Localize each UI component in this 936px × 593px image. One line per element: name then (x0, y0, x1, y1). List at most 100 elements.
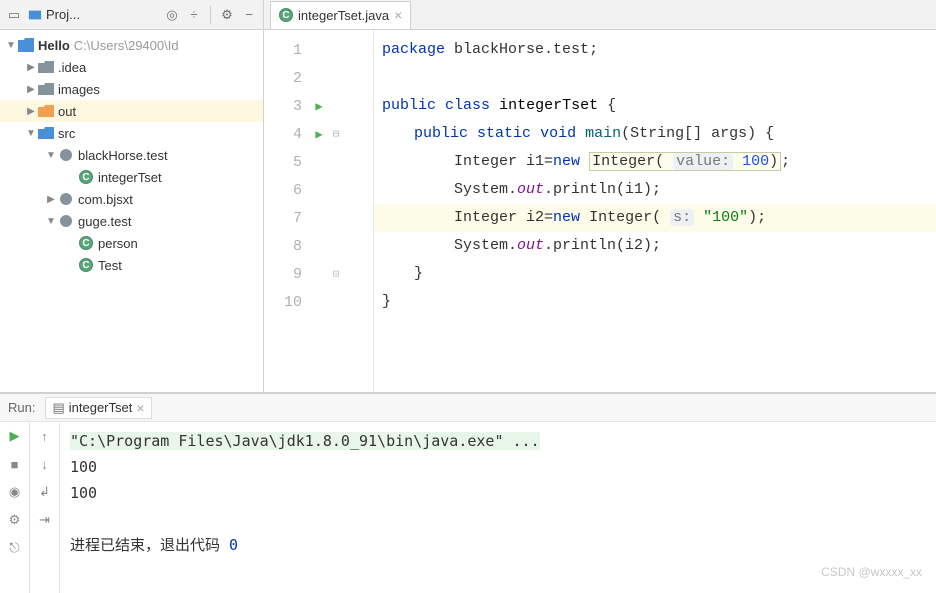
tree-item-blackhorse[interactable]: ▼ blackHorse.test (0, 144, 263, 166)
tree-item-test[interactable]: Test (0, 254, 263, 276)
console-output[interactable]: "C:\Program Files\Java\jdk1.8.0_91\bin\j… (60, 422, 936, 593)
tree-root[interactable]: ▼ Hello C:\Users\29400\Id (0, 34, 263, 56)
minimize-icon[interactable]: ▭ (6, 7, 22, 23)
down-icon[interactable]: ↓ (35, 454, 55, 474)
class-icon (279, 8, 293, 22)
tree-item-label: guge.test (78, 214, 132, 229)
line-number: 3 (264, 98, 310, 115)
line-number: 4 (264, 126, 310, 143)
editor-tab[interactable]: integerTset.java × (270, 1, 411, 29)
chevron-down-icon[interactable]: ▼ (4, 40, 18, 51)
close-icon[interactable]: × (136, 400, 144, 416)
code-content[interactable]: package blackHorse.test; public class in… (374, 30, 936, 392)
sidebar-title[interactable]: Proj... (28, 7, 80, 22)
close-icon[interactable]: × (394, 7, 402, 23)
tree-item-label: src (58, 126, 75, 141)
code-editor[interactable]: 1 2 3▶ 4▶⊟ 5 6 7 8 9 ⊡ 10 package blackHo… (264, 30, 936, 392)
tree-item-label: images (58, 82, 100, 97)
run-panel: Run: ▤ integerTset × ▶ ■ ◉ ⚙ ⎋ ↑ ↓ ↲ ⇥ "… (0, 393, 936, 593)
tree-root-label: Hello (38, 38, 70, 53)
stop-icon[interactable]: ■ (5, 454, 25, 474)
expand-icon[interactable]: ÷ (186, 7, 202, 23)
gutter: 1 2 3▶ 4▶⊟ 5 6 7 8 9 ⊡ 10 (264, 30, 374, 392)
chevron-right-icon[interactable]: ▶ (44, 194, 58, 205)
line-number: 7 (264, 210, 310, 227)
chevron-right-icon[interactable]: ▶ (24, 106, 38, 117)
editor-tabs: integerTset.java × (264, 0, 936, 30)
soft-wrap-icon[interactable]: ↲ (35, 482, 55, 502)
tree-item-label: .idea (58, 60, 86, 75)
class-icon (78, 169, 94, 185)
run-toolbar-secondary: ↑ ↓ ↲ ⇥ (30, 422, 60, 593)
line-number: 8 (264, 238, 310, 255)
line-number: 6 (264, 182, 310, 199)
class-icon (78, 235, 94, 251)
run-toolbar-left: ▶ ■ ◉ ⚙ ⎋ (0, 422, 30, 593)
dump-icon[interactable]: ⚙ (5, 510, 25, 530)
package-icon (58, 213, 74, 229)
snapshot-icon[interactable]: ◉ (5, 482, 25, 502)
tree-item-images[interactable]: ▶ images (0, 78, 263, 100)
tree-item-label: person (98, 236, 138, 251)
folder-icon (38, 81, 54, 97)
run-gutter-icon[interactable]: ▶ (310, 127, 328, 142)
line-number: 10 (264, 294, 310, 311)
sidebar-header: ▭ Proj... ◎ ÷ ⚙ − (0, 0, 263, 30)
run-tab[interactable]: ▤ integerTset × (45, 397, 151, 419)
run-header: Run: ▤ integerTset × (0, 394, 936, 422)
output-exit-text: 进程已结束，退出代码 (70, 536, 229, 554)
chevron-down-icon[interactable]: ▼ (44, 216, 58, 227)
gear-icon[interactable]: ⚙ (219, 7, 235, 23)
folder-icon (38, 59, 54, 75)
tree-item-label: blackHorse.test (78, 148, 168, 163)
separator (210, 6, 211, 24)
tree-item-person[interactable]: person (0, 232, 263, 254)
tree-item-src[interactable]: ▼ src (0, 122, 263, 144)
package-icon (58, 191, 74, 207)
line-number: 9 (264, 266, 310, 283)
tab-label: integerTset.java (298, 8, 389, 23)
class-icon (78, 257, 94, 273)
tree-item-label: integerTset (98, 170, 162, 185)
tree-item-integertset[interactable]: integerTset (0, 166, 263, 188)
fold-icon[interactable]: ⊟ (328, 127, 344, 141)
target-icon[interactable]: ◎ (164, 7, 180, 23)
folder-icon (38, 103, 54, 119)
tree-item-idea[interactable]: ▶ .idea (0, 56, 263, 78)
tree-item-label: out (58, 104, 76, 119)
source-folder-icon (38, 125, 54, 141)
output-line: 100 (70, 484, 97, 502)
exit-icon[interactable]: ⎋ (5, 538, 25, 558)
output-exit-code: 0 (229, 536, 238, 554)
chevron-right-icon[interactable]: ▶ (24, 84, 38, 95)
rerun-icon[interactable]: ▶ (5, 426, 25, 446)
up-icon[interactable]: ↑ (35, 426, 55, 446)
project-tree: ▼ Hello C:\Users\29400\Id ▶ .idea ▶ imag… (0, 30, 263, 392)
hide-icon[interactable]: − (241, 7, 257, 23)
tree-item-out[interactable]: ▶ out (0, 100, 263, 122)
chevron-down-icon[interactable]: ▼ (44, 150, 58, 161)
tree-item-guge[interactable]: ▼ guge.test (0, 210, 263, 232)
run-tab-label: integerTset (69, 400, 133, 415)
application-icon: ▤ (52, 400, 64, 416)
line-number: 2 (264, 70, 310, 87)
watermark: CSDN @wxxxx_xx (821, 565, 922, 579)
run-panel-title: Run: (8, 400, 35, 415)
output-command: "C:\Program Files\Java\jdk1.8.0_91\bin\j… (70, 432, 540, 450)
tree-item-label: com.bjsxt (78, 192, 133, 207)
package-icon (58, 147, 74, 163)
scroll-end-icon[interactable]: ⇥ (35, 510, 55, 530)
output-line: 100 (70, 458, 97, 476)
tree-root-path: C:\Users\29400\Id (74, 38, 179, 53)
editor-area: integerTset.java × 1 2 3▶ 4▶⊟ 5 6 7 8 9 ⊡… (264, 0, 936, 392)
line-number: 5 (264, 154, 310, 171)
chevron-down-icon[interactable]: ▼ (24, 128, 38, 139)
project-sidebar: ▭ Proj... ◎ ÷ ⚙ − ▼ Hello C:\Users\29400… (0, 0, 264, 392)
line-number: 1 (264, 42, 310, 59)
chevron-right-icon[interactable]: ▶ (24, 62, 38, 73)
tree-item-combjsxt[interactable]: ▶ com.bjsxt (0, 188, 263, 210)
sidebar-title-text: Proj... (46, 7, 80, 22)
fold-end-icon[interactable]: ⊡ (328, 267, 344, 281)
run-gutter-icon[interactable]: ▶ (310, 99, 328, 114)
project-icon (18, 37, 34, 53)
